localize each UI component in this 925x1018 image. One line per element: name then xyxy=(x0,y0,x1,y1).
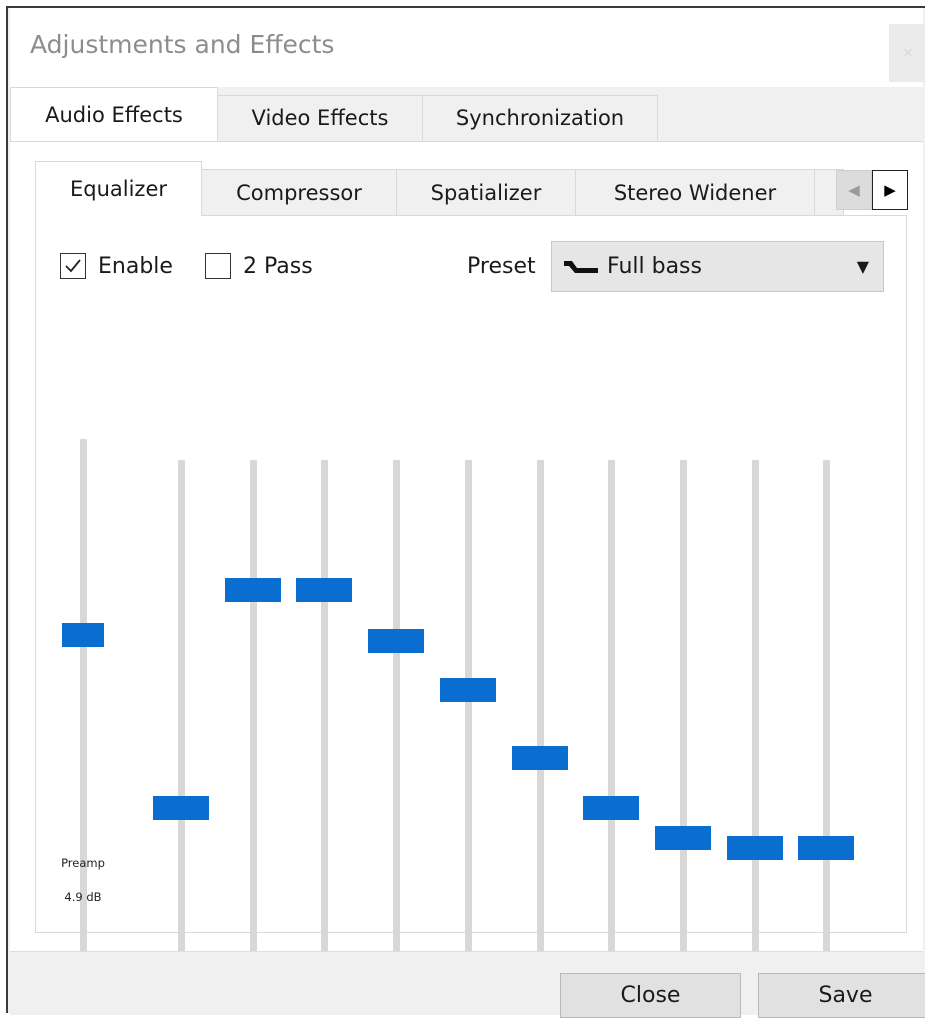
band-track xyxy=(464,460,472,959)
two-pass-checkbox[interactable]: 2 Pass xyxy=(205,253,313,279)
band-track xyxy=(178,460,185,959)
preamp-track xyxy=(80,439,87,959)
tab-synchronization[interactable]: Synchronization xyxy=(422,95,658,140)
band-slider-thumb[interactable] xyxy=(224,577,281,602)
two-pass-checkbox-box[interactable] xyxy=(205,253,231,279)
dialog-button-bar: Close Save xyxy=(10,951,925,1018)
band-track xyxy=(679,460,687,959)
band-track xyxy=(608,460,616,959)
enable-checkbox-box[interactable] xyxy=(60,253,86,279)
band-slider-thumb[interactable] xyxy=(583,796,640,821)
title-bar: Adjustments and Effects × xyxy=(10,8,925,87)
adjustments-window: Adjustments and Effects × Audio Effects … xyxy=(6,6,925,1018)
band-slider-thumb[interactable] xyxy=(511,746,568,771)
band-slider-thumb[interactable] xyxy=(296,577,353,602)
band-track xyxy=(751,460,759,959)
tab-scroll-left-button[interactable]: ◀ xyxy=(836,170,872,210)
band-slider-thumb[interactable] xyxy=(654,825,711,850)
close-button[interactable]: Close xyxy=(560,973,741,1018)
tab-equalizer[interactable]: Equalizer xyxy=(35,161,202,216)
preset-label: Preset xyxy=(467,254,536,279)
chevron-down-icon: ▼ xyxy=(856,257,869,276)
band-track xyxy=(536,460,544,959)
outer-tab-bar: Audio Effects Video Effects Synchronizat… xyxy=(10,87,923,141)
tab-compressor[interactable]: Compressor xyxy=(201,169,397,215)
band-slider-thumb[interactable] xyxy=(798,835,855,860)
band-slider-thumb[interactable] xyxy=(726,835,783,860)
tab-video-effects[interactable]: Video Effects xyxy=(217,95,423,140)
preamp-value: 4.9 dB xyxy=(64,890,102,904)
checkmark-icon xyxy=(65,259,81,273)
band-track xyxy=(321,460,329,959)
preset-dropdown[interactable]: Full bass ▼ xyxy=(551,241,884,292)
band-track xyxy=(249,460,257,959)
band-track xyxy=(823,460,831,959)
window-title: Adjustments and Effects xyxy=(30,30,335,59)
tab-scroll-right-button[interactable]: ▶ xyxy=(872,170,908,210)
tab-stereo-widener[interactable]: Stereo Widener xyxy=(575,169,815,215)
band-track xyxy=(393,460,401,959)
save-button[interactable]: Save xyxy=(758,973,925,1018)
band-slider-thumb[interactable] xyxy=(439,677,496,702)
band-slider-thumb[interactable] xyxy=(368,628,425,653)
close-window-button[interactable]: × xyxy=(889,24,925,82)
band-slider-thumb[interactable] xyxy=(153,796,209,821)
preset-value: Full bass xyxy=(607,254,702,279)
enable-label: Enable xyxy=(98,253,173,279)
close-icon: × xyxy=(902,45,914,61)
audio-effects-page: Equalizer Compressor Spatializer Stereo … xyxy=(10,141,923,1011)
chevron-right-icon: ▶ xyxy=(884,181,896,199)
inner-tab-bar: Equalizer Compressor Spatializer Stereo … xyxy=(10,142,923,216)
equalizer-panel: Enable 2 Pass Preset Full bass ▼ Preamp … xyxy=(35,215,907,1011)
two-pass-label: 2 Pass xyxy=(243,253,313,279)
bass-curve-icon xyxy=(564,260,598,273)
enable-checkbox[interactable]: Enable xyxy=(60,253,173,279)
preamp-slider-thumb[interactable] xyxy=(62,623,104,648)
tab-spatializer[interactable]: Spatializer xyxy=(396,169,576,215)
chevron-left-icon: ◀ xyxy=(848,181,860,199)
preamp-label: Preamp xyxy=(61,856,105,870)
tab-audio-effects[interactable]: Audio Effects xyxy=(10,87,218,141)
tab-scroll-buttons: ◀ ▶ xyxy=(836,170,908,210)
